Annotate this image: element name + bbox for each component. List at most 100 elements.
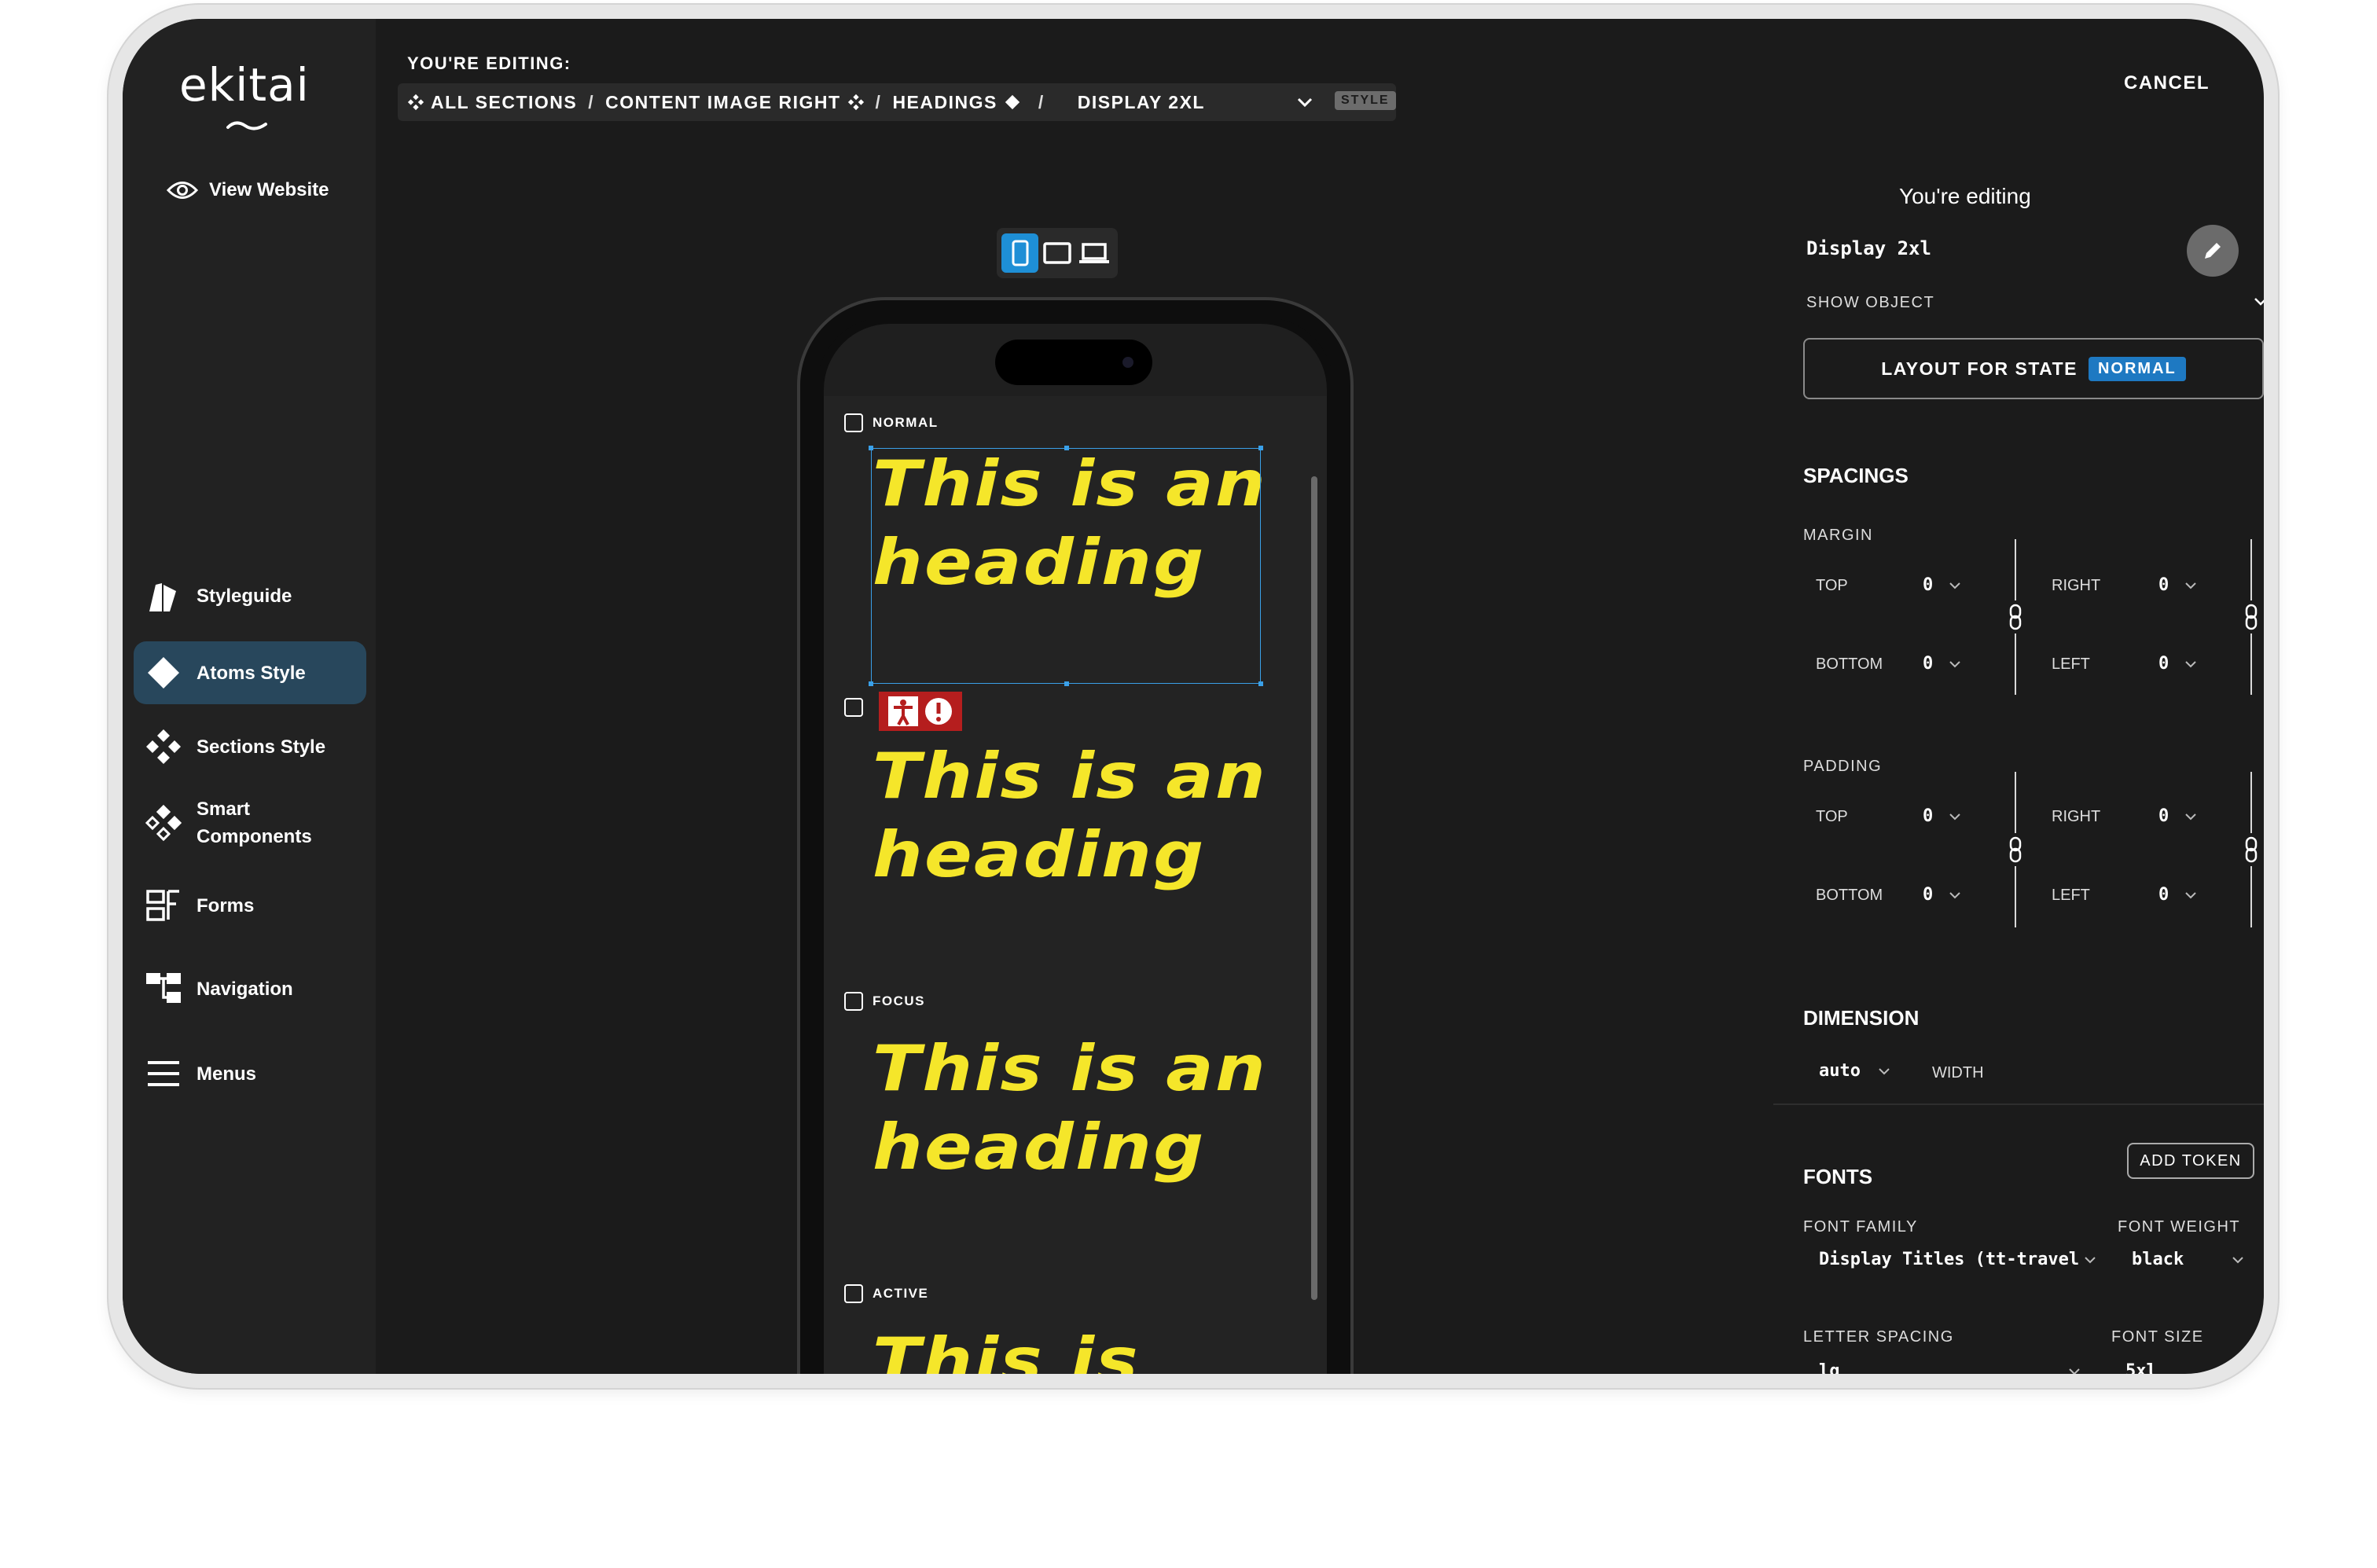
layout-for-state-button[interactable]: LAYOUT FOR STATE NORMAL: [1803, 338, 2264, 399]
resize-handle[interactable]: [1258, 446, 1263, 450]
font-weight-select[interactable]: black: [2132, 1250, 2184, 1269]
link-chain-icon[interactable]: [2008, 604, 2023, 630]
padding-bottom-value[interactable]: 0: [1923, 885, 1933, 905]
sidebar-item-label: Navigation: [197, 978, 293, 1000]
margin-right-value[interactable]: 0: [2158, 575, 2169, 595]
chevron-down-icon[interactable]: [2182, 655, 2199, 673]
sections-icon: [407, 94, 424, 111]
camera-icon: [1122, 357, 1133, 368]
edit-name-button[interactable]: [2187, 225, 2239, 277]
chevron-down-icon[interactable]: [1946, 808, 1964, 825]
chevron-down-icon[interactable]: [1946, 577, 1964, 594]
styleguide-icon: [145, 577, 182, 615]
resize-handle[interactable]: [869, 446, 873, 450]
device-toggle: [997, 228, 1118, 278]
sidebar-item-sections-style[interactable]: Sections Style: [134, 715, 366, 778]
margin-left-label: LEFT: [2052, 655, 2090, 673]
margin-top-value[interactable]: 0: [1923, 575, 1933, 595]
navigation-icon: [145, 970, 182, 1008]
show-object-toggle[interactable]: SHOW OBJECT: [1806, 294, 2264, 312]
margin-left-value[interactable]: 0: [2158, 654, 2169, 674]
panel-divider: [1773, 1103, 2264, 1105]
dynamic-island: [995, 340, 1152, 385]
selection-box: [869, 446, 1263, 686]
chevron-down-icon[interactable]: [2182, 808, 2199, 825]
state-row-normal: NORMAL: [844, 413, 939, 432]
font-family-label: FONT FAMILY: [1803, 1218, 1918, 1236]
dimension-value[interactable]: auto: [1819, 1061, 1861, 1081]
chevron-down-icon[interactable]: [2182, 887, 2199, 904]
letter-spacing-select[interactable]: lg: [1819, 1361, 1840, 1374]
breadcrumb-item-content-image-right[interactable]: CONTENT IMAGE RIGHT: [605, 92, 840, 113]
forms-icon: [145, 887, 182, 924]
phone-screen: NORMAL This is an heading This is an hea…: [824, 324, 1327, 1374]
sidebar-item-styleguide[interactable]: Styleguide: [134, 564, 366, 627]
resize-handle[interactable]: [869, 681, 873, 686]
padding-right-value[interactable]: 0: [2158, 806, 2169, 826]
font-family-select[interactable]: Display Titles (tt-travels): [1819, 1250, 2078, 1269]
heading-preview[interactable]: This is: [873, 1322, 1327, 1374]
state-badge: NORMAL: [2088, 356, 2186, 381]
sidebar-item-label: Menus: [197, 1063, 257, 1085]
resize-handle[interactable]: [1258, 681, 1263, 686]
resize-handle[interactable]: [1064, 446, 1069, 450]
sidebar-item-label: Atoms Style: [197, 662, 306, 684]
layout-for-state-label: LAYOUT FOR STATE: [1881, 358, 2078, 379]
state-row-focus: FOCUS: [844, 992, 925, 1011]
accessibility-warning-chip[interactable]: [879, 692, 962, 731]
element-name: Display 2xl: [1806, 237, 1931, 259]
link-line: [2015, 866, 2016, 927]
breadcrumb-item-all-sections[interactable]: ALL SECTIONS: [431, 92, 577, 113]
link-line: [2250, 772, 2252, 833]
chevron-down-icon[interactable]: [1946, 655, 1964, 673]
sidebar-item-smart-components[interactable]: Smart Components: [134, 789, 366, 857]
editing-label: YOU'RE EDITING:: [407, 53, 571, 73]
diamond-icon: [1005, 94, 1020, 110]
resize-handle[interactable]: [1064, 681, 1069, 686]
logo-wave-icon: [226, 121, 267, 130]
chevron-down-icon[interactable]: [2081, 1251, 2099, 1269]
margin-right-label: RIGHT: [2052, 577, 2101, 594]
state-checkbox[interactable]: [844, 1284, 863, 1303]
margin-bottom-value[interactable]: 0: [1923, 654, 1933, 674]
padding-left-value[interactable]: 0: [2158, 885, 2169, 905]
heading-preview[interactable]: This is an heading: [873, 1030, 1327, 1187]
link-chain-icon[interactable]: [2008, 836, 2023, 863]
tablet-view-button[interactable]: [1038, 233, 1075, 273]
chevron-down-icon[interactable]: [1876, 1063, 1893, 1080]
width-label: WIDTH: [1932, 1064, 1984, 1081]
view-website-link[interactable]: View Website: [167, 179, 329, 201]
link-chain-icon[interactable]: [2243, 836, 2259, 863]
sidebar-item-navigation[interactable]: Navigation: [134, 957, 366, 1020]
link-line: [2250, 633, 2252, 695]
chevron-down-icon[interactable]: [2229, 1251, 2247, 1269]
view-website-label: View Website: [209, 179, 329, 200]
mobile-view-button[interactable]: [1001, 233, 1039, 273]
state-checkbox[interactable]: [844, 413, 863, 432]
sidebar-item-menus[interactable]: Menus: [134, 1042, 366, 1105]
heading-preview[interactable]: This is an heading: [873, 737, 1327, 894]
padding-top-value[interactable]: 0: [1923, 806, 1933, 826]
chevron-down-icon[interactable]: [2182, 577, 2199, 594]
breadcrumb[interactable]: ALL SECTIONS / CONTENT IMAGE RIGHT / HEA…: [398, 83, 1396, 121]
desktop-view-button[interactable]: [1076, 233, 1113, 273]
spacings-title: SPACINGS: [1803, 464, 1909, 487]
chevron-down-icon[interactable]: [1946, 887, 1964, 904]
state-checkbox[interactable]: [844, 698, 863, 717]
font-size-select[interactable]: 5xl: [2125, 1361, 2157, 1374]
link-chain-icon[interactable]: [2243, 604, 2259, 630]
padding-left-label: LEFT: [2052, 887, 2090, 904]
chevron-down-icon[interactable]: [2066, 1363, 2083, 1374]
link-line: [2250, 866, 2252, 927]
breadcrumb-item-headings[interactable]: HEADINGS: [892, 92, 997, 113]
sidebar-item-label: Styleguide: [197, 585, 292, 607]
sidebar-item-forms[interactable]: Forms: [134, 874, 366, 937]
add-token-button[interactable]: ADD TOKEN: [2127, 1143, 2254, 1179]
state-checkbox[interactable]: [844, 992, 863, 1011]
margin-top-label: TOP: [1816, 577, 1848, 594]
chevron-down-icon[interactable]: [1294, 91, 1316, 113]
state-row-hover: [844, 698, 873, 717]
link-line: [2015, 539, 2016, 600]
chevron-down-icon[interactable]: [2229, 1363, 2247, 1374]
sidebar-item-atoms-style[interactable]: Atoms Style: [134, 641, 366, 704]
